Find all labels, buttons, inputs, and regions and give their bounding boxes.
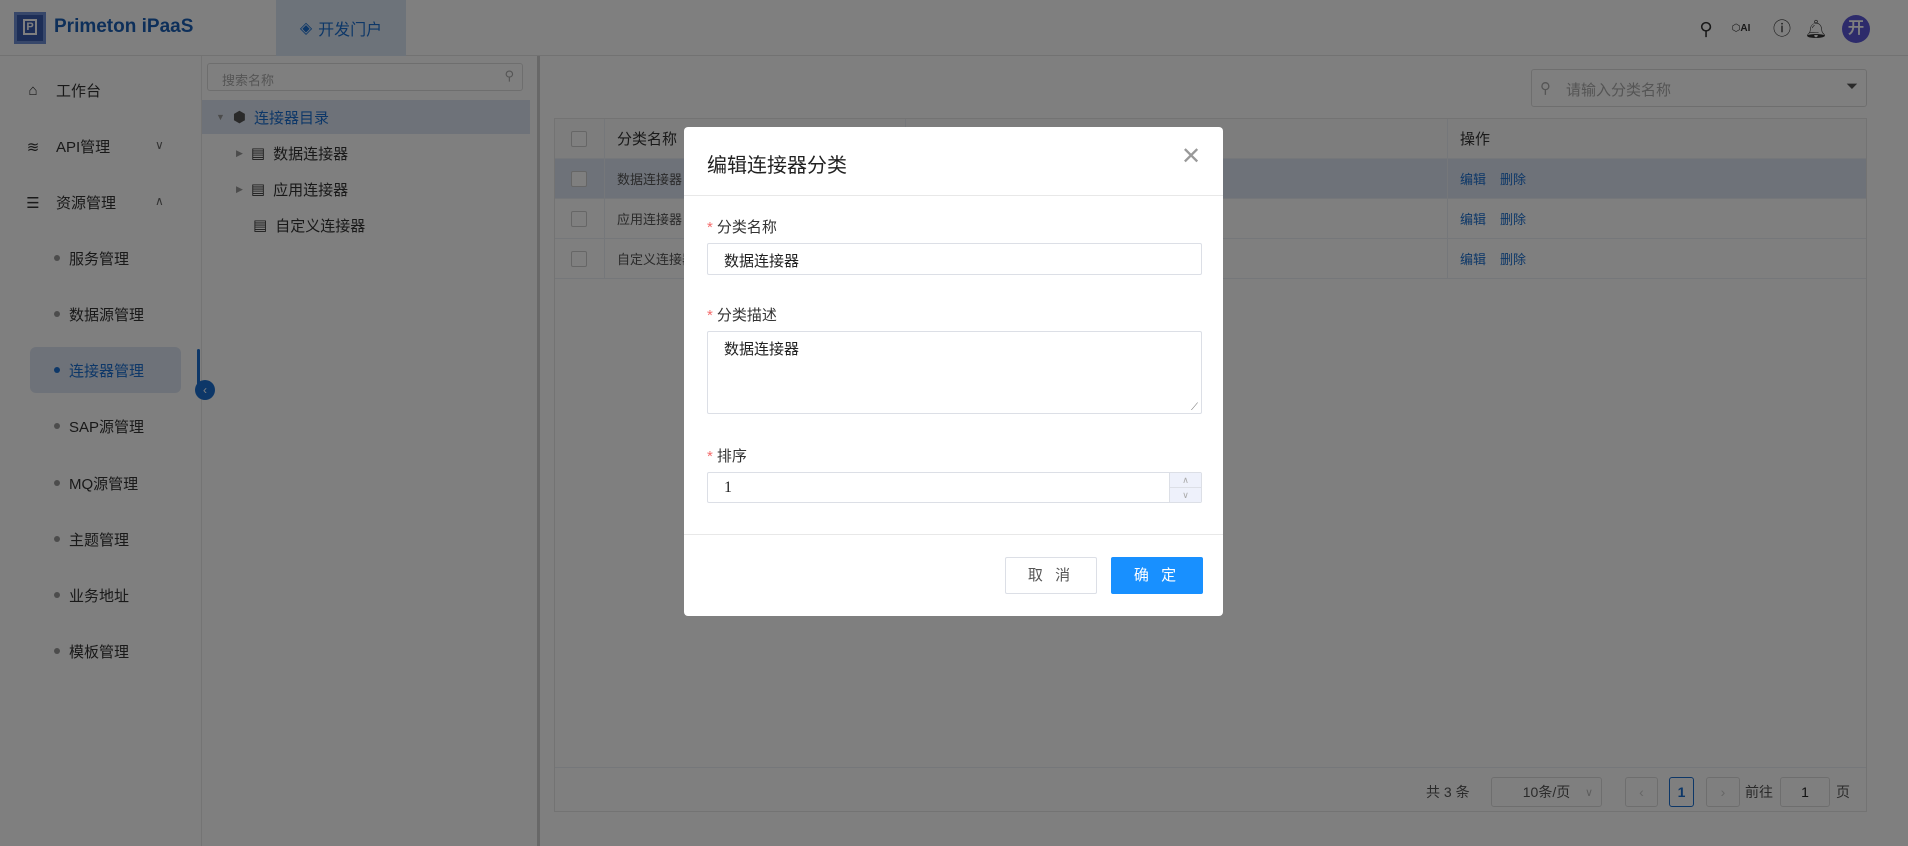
divider [684,534,1223,535]
resize-handle-icon[interactable]: ⟋ [1191,402,1198,413]
dialog-title: 编辑连接器分类 [707,155,847,177]
category-description-textarea[interactable]: 数据连接器 ⟋ [707,331,1202,414]
confirm-button[interactable]: 确 定 [1111,557,1203,594]
close-icon[interactable]: ✕ [1181,145,1201,169]
cancel-button[interactable]: 取 消 [1005,557,1097,594]
number-stepper[interactable]: ∧ ∨ [1169,473,1201,502]
category-name-input[interactable]: 数据连接器 [707,243,1202,275]
divider [684,195,1223,196]
name-label: * 分类名称 [707,219,777,236]
desc-label: * 分类描述 [707,307,777,324]
sort-number-input[interactable]: 1 ∧ ∨ [707,472,1202,503]
increment-icon[interactable]: ∧ [1170,473,1201,488]
sort-label: * 排序 [707,448,747,465]
decrement-icon[interactable]: ∨ [1170,488,1201,502]
edit-category-dialog: 编辑连接器分类 ✕ * 分类名称 数据连接器 * 分类描述 数据连接器 ⟋ * 排序 1… [684,127,1223,616]
